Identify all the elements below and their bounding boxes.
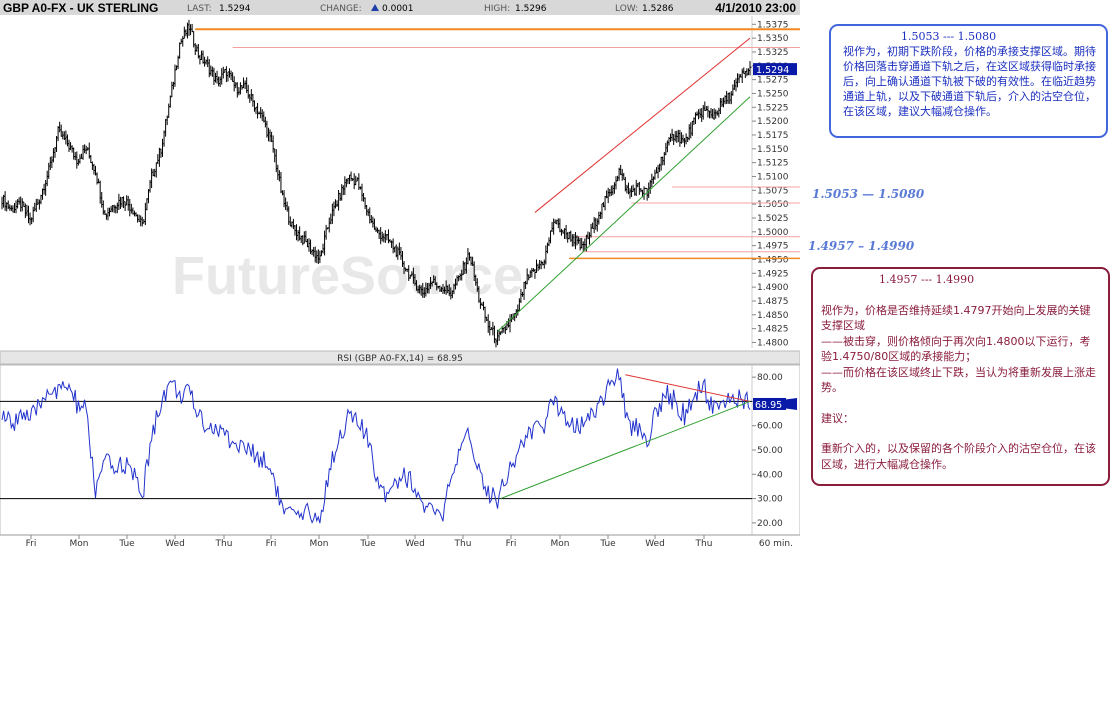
rsi-tick-label: 60.00 xyxy=(757,422,783,432)
rsi-tick-label: 40.00 xyxy=(757,470,783,480)
rsi-last-label: 68.95 xyxy=(755,400,782,411)
price-tick-label: 1.5350 xyxy=(757,34,789,44)
price-tick-label: 1.5200 xyxy=(757,117,789,127)
low-value: 1.5286 xyxy=(642,4,674,14)
change-value: 0.0001 xyxy=(382,4,414,14)
change-label: CHANGE: xyxy=(320,4,362,14)
rsi-title: RSI (GBP A0-FX,14) = 68.95 xyxy=(337,354,463,364)
x-tick-label: Thu xyxy=(695,539,713,549)
x-tick-label: Thu xyxy=(215,539,233,549)
price-tick-label: 1.5175 xyxy=(757,131,789,141)
level-label-lower: 1.4957 – 1.4990 xyxy=(808,239,915,253)
price-tick-label: 1.5100 xyxy=(757,172,789,182)
x-tick-label: Mon xyxy=(551,539,570,549)
price-tick-label: 1.5125 xyxy=(757,159,789,169)
last-price-label: 1.5294 xyxy=(756,65,789,76)
level-label-upper: 1.5053 — 1.5080 xyxy=(812,187,925,201)
x-tick-label: Tue xyxy=(359,539,376,549)
note-red-p4: 建议： xyxy=(821,411,854,425)
watermark: FutureSource xyxy=(172,246,523,306)
rsi-tick-label: 80.00 xyxy=(757,373,783,383)
last-price-marker: 1.5294 xyxy=(753,63,797,76)
x-tick-label: Tue xyxy=(118,539,135,549)
price-tick-label: 1.5050 xyxy=(757,200,789,210)
note-box-red: 1.4957 --- 1.4990 视作为，价格是否维持延续1.4797开始向上… xyxy=(811,267,1110,486)
price-tick-label: 1.4850 xyxy=(757,311,789,321)
x-tick-label: Fri xyxy=(266,539,277,549)
price-tick-label: 1.4925 xyxy=(757,269,789,279)
rsi-tick-label: 20.00 xyxy=(757,519,783,529)
x-tick-label: Wed xyxy=(405,539,425,549)
note-blue-body: 视作为，初期下跌阶段，价格的承接支撑区域。期待价格回落击穿通道下轨之后，在这区域… xyxy=(843,45,1096,118)
price-tick-label: 1.5275 xyxy=(757,76,789,86)
note-red-head: 1.4957 --- 1.4990 xyxy=(879,273,975,286)
x-tick-label: Fri xyxy=(506,539,517,549)
x-tick-label: Mon xyxy=(310,539,329,549)
note-red-p2: ——被击穿，则价格倾向于再次向1.4800以下运行，考验1.4750/80区域的… xyxy=(821,334,1091,364)
rsi-tick-label: 30.00 xyxy=(757,495,783,505)
note-red-p5: 重新介入的，以及保留的各个阶段介入的沽空仓位，在该区域，进行大幅减仓操作。 xyxy=(821,442,1096,471)
interval-label: 60 min. xyxy=(759,539,793,549)
price-tick-label: 1.4800 xyxy=(757,338,789,348)
price-tick-label: 1.4900 xyxy=(757,283,789,293)
last-value: 1.5294 xyxy=(219,4,251,14)
note-red-p3: ——而价格在该区域终止下跌，当认为将重新发展上涨走势。 xyxy=(821,365,1096,395)
price-tick-label: 1.5325 xyxy=(757,48,789,58)
datetime: 4/1/2010 23:00 xyxy=(715,1,796,15)
price-tick-label: 1.5225 xyxy=(757,103,789,113)
x-tick-label: Wed xyxy=(645,539,665,549)
high-value: 1.5296 xyxy=(515,4,547,14)
x-tick-label: Mon xyxy=(70,539,89,549)
price-tick-label: 1.4950 xyxy=(757,255,789,265)
note-box-blue: 1.5053 --- 1.5080 视作为，初期下跌阶段，价格的承接支撑区域。期… xyxy=(829,24,1108,138)
rsi-tick-label: 50.00 xyxy=(757,446,783,456)
price-tick-label: 1.4875 xyxy=(757,297,789,307)
price-tick-label: 1.5150 xyxy=(757,145,789,155)
chart-frame: GBP A0-FX - UK STERLING LAST: 1.5294 CHA… xyxy=(0,0,800,549)
note-red-p1: 视作为，价格是否维持延续1.4797开始向上发展的关键支撑区域 xyxy=(821,303,1091,333)
note-blue-head: 1.5053 --- 1.5080 xyxy=(901,30,997,43)
price-tick-label: 1.5025 xyxy=(757,214,789,224)
rsi-panel xyxy=(0,364,800,536)
price-tick-label: 1.4825 xyxy=(757,325,789,335)
x-axis: Fri Mon Tue Wed Thu Fri Mon Tue Wed Thu Fri Mon Tue W… xyxy=(26,535,793,549)
high-label: HIGH: xyxy=(484,4,510,14)
low-label: LOW: xyxy=(615,4,638,14)
price-tick-label: 1.5250 xyxy=(757,89,789,99)
x-tick-label: Wed xyxy=(165,539,185,549)
price-tick-label: 1.4975 xyxy=(757,242,789,252)
x-tick-label: Thu xyxy=(454,539,472,549)
x-tick-label: Tue xyxy=(599,539,616,549)
price-tick-label: 1.5075 xyxy=(757,186,789,196)
x-tick-label: Fri xyxy=(26,539,37,549)
rsi-last-marker: 68.95 xyxy=(752,397,797,411)
last-label: LAST: xyxy=(187,4,212,14)
symbol-title: GBP A0-FX - UK STERLING xyxy=(3,1,158,15)
